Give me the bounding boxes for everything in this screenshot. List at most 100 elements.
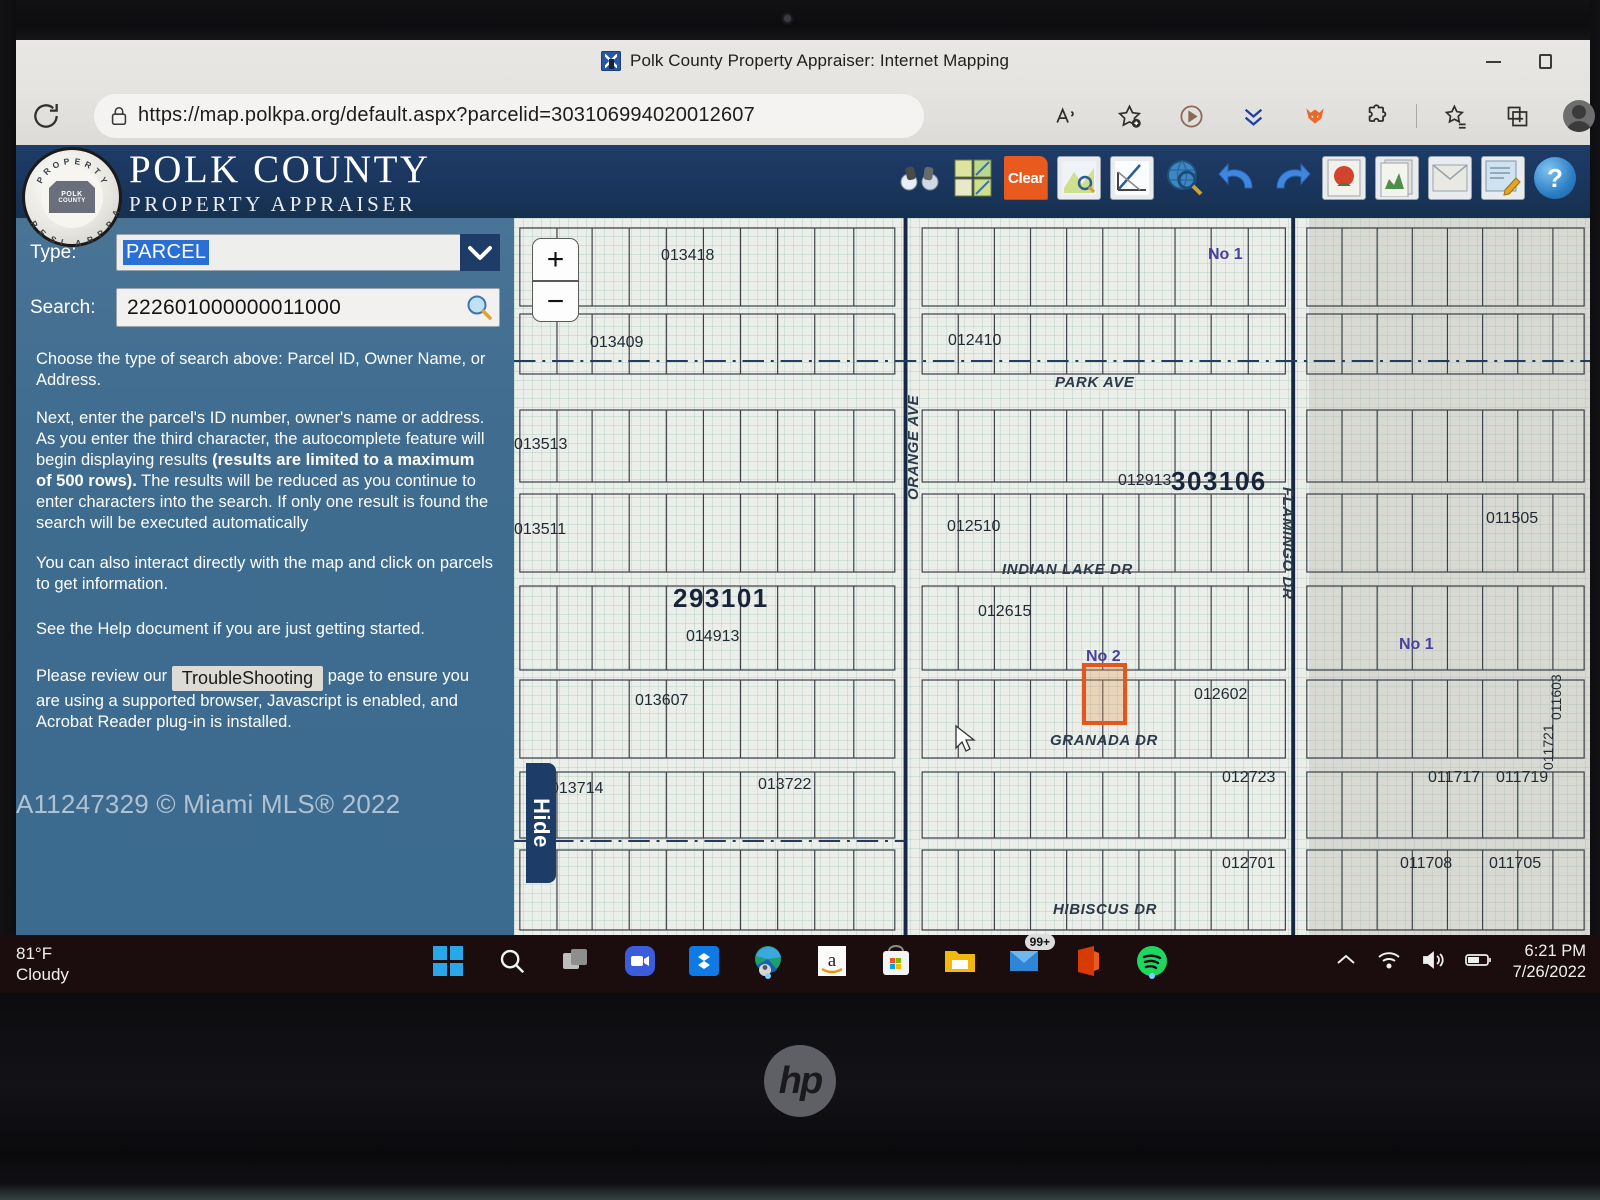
profile-avatar-icon[interactable] bbox=[1548, 96, 1600, 136]
identify-tool[interactable] bbox=[1057, 156, 1101, 200]
app-title-line2: PROPERTY APPRAISER bbox=[129, 192, 417, 216]
wifi-icon[interactable] bbox=[1377, 950, 1401, 975]
type-selected-value: PARCEL bbox=[123, 240, 210, 265]
app-header: POLK COUNTY PROPERTYAPPRAISER POLK COUNT… bbox=[16, 145, 1590, 248]
parcel-label: 011717 bbox=[1428, 769, 1481, 786]
webcam bbox=[784, 15, 791, 22]
sidebar-paragraph-5: Please review our TroubleShooting page t… bbox=[16, 666, 514, 733]
browser-tab[interactable]: Polk County Property Appraiser: Internet… bbox=[601, 51, 1009, 71]
street-label: INDIAN LAKE DR bbox=[1002, 561, 1133, 578]
street-label: PARK AVE bbox=[1055, 374, 1135, 391]
clock-date: 7/26/2022 bbox=[1512, 963, 1586, 981]
reports-tool[interactable] bbox=[1375, 156, 1419, 200]
start-button[interactable] bbox=[427, 940, 469, 982]
subdivision-label: No 1 bbox=[1399, 636, 1434, 653]
parcel-label: 012701 bbox=[1222, 855, 1276, 872]
running-indicator bbox=[765, 973, 771, 979]
read-aloud-icon[interactable] bbox=[1036, 96, 1098, 136]
spotify-icon[interactable] bbox=[1131, 940, 1173, 982]
fox-extension-icon[interactable] bbox=[1284, 96, 1346, 136]
office-icon[interactable] bbox=[1067, 940, 1109, 982]
microsoft-store-icon[interactable] bbox=[875, 940, 917, 982]
email-tool[interactable] bbox=[1428, 156, 1472, 200]
sidebar-paragraph-2: Next, enter the parcel's ID number, owne… bbox=[16, 408, 514, 534]
parcel-label: 011719 bbox=[1496, 769, 1549, 786]
screen-photo: Polk County Property Appraiser: Internet… bbox=[0, 0, 1600, 1200]
type-select[interactable]: PARCEL bbox=[116, 234, 500, 271]
taskbar-apps: a 99+ bbox=[427, 934, 1173, 982]
toolbar-divider bbox=[1408, 96, 1424, 136]
aerial-photo-tool[interactable] bbox=[1322, 156, 1366, 200]
maximize-button[interactable] bbox=[1539, 54, 1552, 69]
file-explorer-icon[interactable] bbox=[939, 940, 981, 982]
undo-tool[interactable] bbox=[1216, 156, 1260, 200]
binoculars-tool[interactable] bbox=[898, 156, 942, 200]
weather-widget[interactable]: 81°F Cloudy bbox=[16, 943, 69, 985]
hide-panel-tab[interactable]: Hide bbox=[526, 763, 556, 883]
window-controls bbox=[1486, 54, 1552, 69]
parcel-label: 012602 bbox=[1194, 686, 1248, 703]
map-zoom-controls[interactable]: + − bbox=[532, 238, 579, 322]
para5-part-a: Please review our bbox=[36, 667, 172, 685]
collections-icon[interactable] bbox=[1424, 96, 1486, 136]
mail-icon[interactable]: 99+ bbox=[1003, 934, 1055, 982]
measure-tool[interactable] bbox=[1110, 156, 1154, 200]
parcel-label: 013714 bbox=[550, 780, 604, 797]
sidebar-paragraph-3: You can also interact directly with the … bbox=[36, 554, 494, 593]
chevrons-down-icon[interactable] bbox=[1222, 96, 1284, 136]
section-label: 303106 bbox=[1171, 466, 1267, 496]
parcel-label: 012615 bbox=[978, 603, 1032, 620]
browser-essentials-icon[interactable] bbox=[1486, 96, 1548, 136]
magnifier-icon[interactable] bbox=[464, 293, 494, 323]
svg-text:a: a bbox=[828, 950, 837, 971]
street-label: ORANGE AVE bbox=[905, 394, 922, 500]
parcel-label: 012913 bbox=[1118, 472, 1172, 489]
redo-tool[interactable] bbox=[1269, 156, 1313, 200]
show-hidden-icons[interactable] bbox=[1335, 953, 1357, 972]
dropbox-icon[interactable] bbox=[683, 940, 725, 982]
layers-tool[interactable] bbox=[951, 156, 995, 200]
battery-icon[interactable] bbox=[1464, 952, 1493, 973]
help-tool[interactable]: ? bbox=[1534, 157, 1576, 199]
parcel-label: 013722 bbox=[758, 776, 812, 793]
browser-address-bar: https://map.polkpa.org/default.aspx?parc… bbox=[16, 88, 1595, 145]
url-text: https://map.polkpa.org/default.aspx?parc… bbox=[138, 104, 755, 126]
selected-parcel-highlight[interactable] bbox=[1082, 663, 1127, 725]
puzzle-extension-icon[interactable] bbox=[1346, 96, 1408, 136]
hide-panel-label: Hide bbox=[529, 798, 554, 848]
running-indicator-2 bbox=[1149, 973, 1155, 979]
app-toolbar: Clear ? bbox=[898, 156, 1576, 200]
weather-temperature: 81°F bbox=[16, 944, 53, 963]
zoom-app-icon[interactable] bbox=[619, 940, 661, 982]
clear-tool[interactable]: Clear bbox=[1004, 156, 1048, 200]
browser-titlebar: Polk County Property Appraiser: Internet… bbox=[16, 40, 1590, 88]
parcel-label: 013409 bbox=[590, 334, 644, 351]
parcel-label: 012723 bbox=[1222, 769, 1276, 786]
search-input[interactable]: 222601000000011000 bbox=[116, 288, 500, 327]
media-play-icon[interactable] bbox=[1160, 96, 1222, 136]
search-globe-tool[interactable] bbox=[1163, 156, 1207, 200]
app-body: Type: PARCEL Search: 222601000000011000 bbox=[16, 218, 1590, 935]
amazon-icon[interactable]: a bbox=[811, 940, 853, 982]
add-favorite-icon[interactable] bbox=[1098, 96, 1160, 136]
taskbar-clock[interactable]: 6:21 PM 7/26/2022 bbox=[1513, 941, 1586, 983]
polkpa-application: POLK COUNTY PROPERTYAPPRAISER POLK COUNT… bbox=[16, 145, 1590, 935]
zoom-in-button[interactable]: + bbox=[533, 239, 578, 280]
task-view-icon[interactable] bbox=[555, 940, 597, 982]
parcel-map[interactable]: + − 013418 013409 013513 013511 013607 014913… bbox=[514, 218, 1590, 935]
parcel-label: 013513 bbox=[514, 436, 568, 453]
troubleshooting-link[interactable]: TroubleShooting bbox=[171, 666, 324, 691]
chevron-down-icon[interactable] bbox=[460, 234, 500, 271]
seal-ring-text: PROPERTYAPPRAISER bbox=[28, 156, 122, 248]
app-title-line1: POLK COUNTY bbox=[129, 148, 431, 191]
edge-browser-icon[interactable] bbox=[747, 940, 789, 982]
reload-icon[interactable] bbox=[30, 100, 62, 132]
minimize-button[interactable] bbox=[1486, 60, 1501, 63]
street-label: FLAMINGO DR bbox=[1279, 487, 1296, 600]
zoom-out-button[interactable]: − bbox=[533, 282, 578, 323]
notes-tool[interactable] bbox=[1481, 156, 1525, 200]
hp-logo-text: hp bbox=[778, 1059, 823, 1102]
search-taskbar-icon[interactable] bbox=[491, 940, 533, 982]
section-label: 293101 bbox=[673, 583, 769, 613]
volume-icon[interactable] bbox=[1421, 950, 1445, 975]
